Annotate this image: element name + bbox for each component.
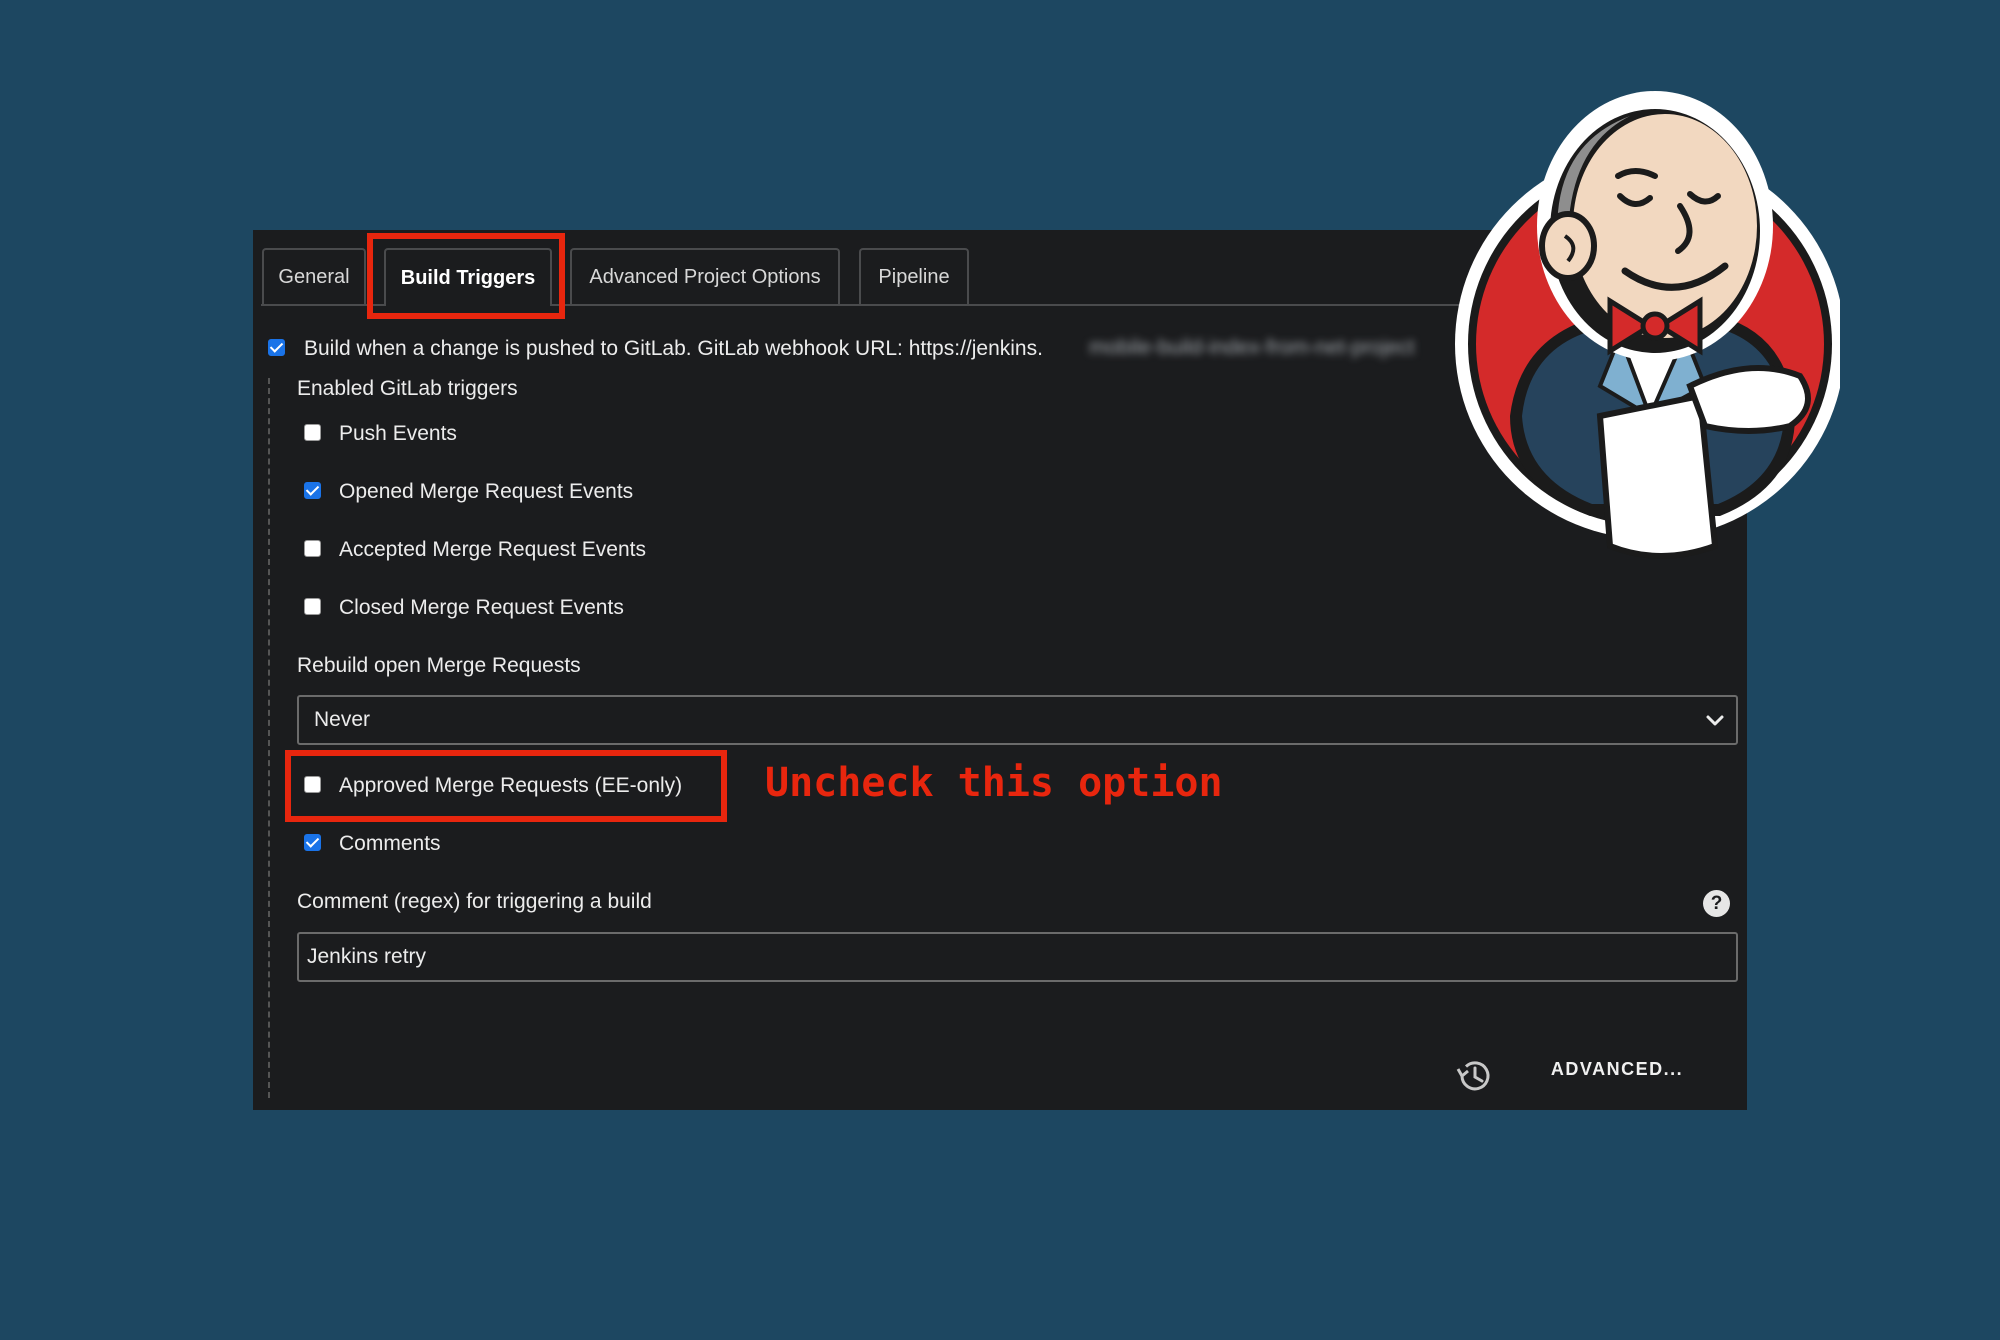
closed-mr-events-label: Closed Merge Request Events (339, 596, 624, 619)
rebuild-select-value: Never (314, 708, 371, 731)
comment-regex-label: Comment (regex) for triggering a build (297, 890, 652, 913)
gitlab-trigger-label: Build when a change is pushed to GitLab.… (304, 337, 1043, 360)
advanced-button[interactable]: ADVANCED... (1508, 1040, 1726, 1098)
tab-advanced-project-options[interactable]: Advanced Project Options (570, 248, 840, 304)
tab-general[interactable]: General (262, 248, 366, 304)
jenkins-mascot-logo (1455, 91, 1840, 559)
rebuild-select[interactable]: Never (297, 695, 1738, 745)
accepted-mr-events-checkbox[interactable] (304, 540, 321, 557)
tab-highlight-box (367, 233, 565, 319)
tab-pipeline[interactable]: Pipeline (859, 248, 969, 304)
chevron-down-icon (1706, 715, 1724, 726)
rebuild-label: Rebuild open Merge Requests (297, 654, 581, 677)
gitlab-push-trigger-checkbox[interactable] (268, 339, 285, 356)
opened-mr-events-label: Opened Merge Request Events (339, 480, 634, 503)
triggers-heading: Enabled GitLab triggers (297, 377, 518, 400)
comments-checkbox[interactable] (304, 834, 321, 851)
accepted-mr-events-label: Accepted Merge Request Events (339, 538, 647, 561)
approved-highlight-box (285, 750, 727, 822)
push-events-checkbox[interactable] (304, 424, 321, 441)
comment-regex-input[interactable] (297, 932, 1738, 982)
annotation-text: Uncheck this option (765, 760, 1223, 806)
help-icon[interactable]: ? (1703, 890, 1730, 917)
closed-mr-events-checkbox[interactable] (304, 598, 321, 615)
opened-mr-events-checkbox[interactable] (304, 482, 321, 499)
history-icon[interactable] (1453, 1056, 1497, 1096)
comments-label: Comments (339, 832, 441, 855)
nested-options-guide (268, 378, 270, 1098)
push-events-label: Push Events (339, 422, 457, 445)
